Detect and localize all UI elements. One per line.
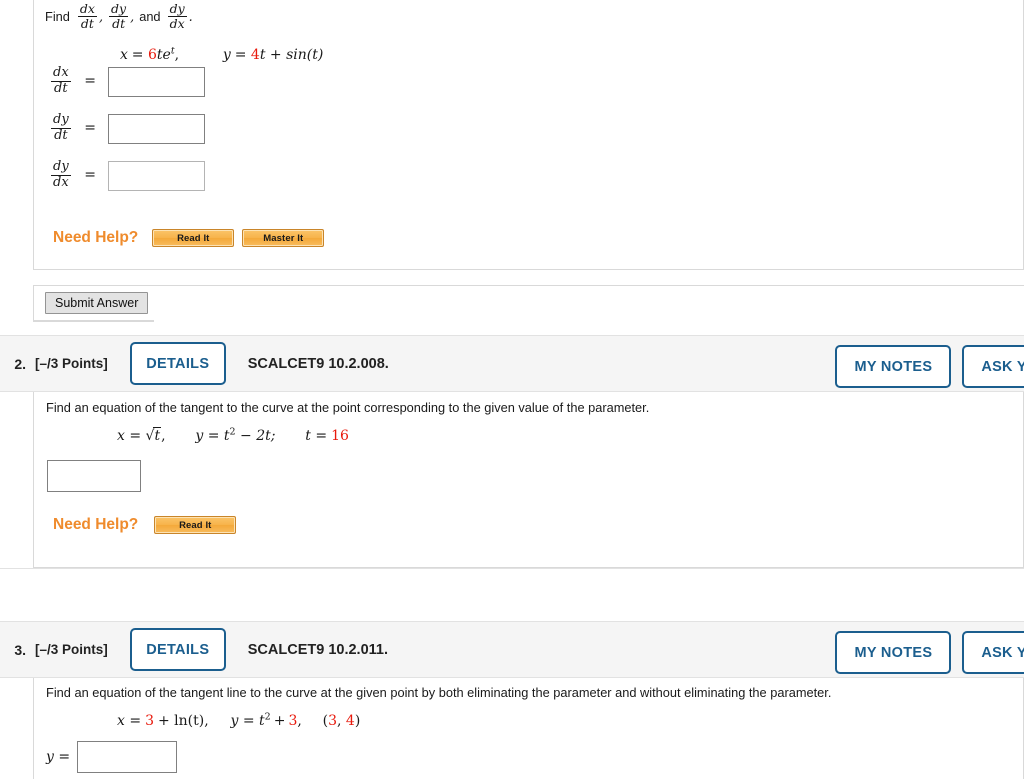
prompt-find-word: Find xyxy=(45,8,70,24)
answer-input-dy-dt[interactable] xyxy=(107,114,205,145)
sqrt-t: √t xyxy=(145,427,162,444)
question-2-ask-your-teacher-button[interactable]: ASK YOUR xyxy=(962,345,1024,388)
eq3-x-const: 3 xyxy=(145,713,154,729)
answer-row-dy-dx: dy dx = xyxy=(49,159,205,192)
question-3-code: SCALCET9 10.2.011. xyxy=(247,641,389,658)
question-2-answer-input[interactable] xyxy=(47,460,141,492)
question-2-number: 2. xyxy=(14,355,26,372)
question-1-equations: x = 6tet, y = 4t + sin(t) xyxy=(120,45,324,63)
eq1-x-var: x xyxy=(120,47,128,63)
question-2-prompt: Find an equation of the tangent to the c… xyxy=(46,400,650,415)
eq3-x-label: x = xyxy=(117,713,142,729)
equals-sign: = xyxy=(84,167,97,184)
point-separator: , xyxy=(336,713,346,729)
eq2-t-value: 16 xyxy=(331,428,349,444)
question-2-code: SCALCET9 10.2.008. xyxy=(247,355,389,372)
question-3-ask-your-teacher-button[interactable]: ASK YOUR xyxy=(962,631,1024,674)
question-2-equations: x = √t, y = t2 − 2t; t = 16 xyxy=(117,426,349,444)
eq3-y-label: y = t xyxy=(230,713,265,729)
question-2-my-notes-button[interactable]: MY NOTES xyxy=(835,345,952,388)
question-1-body: Find dx dt, dy dt, and dy dx. x = 6tet, y = 4t … xyxy=(33,0,1024,270)
eq3-x-rest: + ln(t), xyxy=(158,713,209,729)
answer-row-dy-dt: dy dt = xyxy=(49,112,205,145)
eq2-t-label: t = xyxy=(305,428,328,444)
submit-answer-button[interactable]: Submit Answer xyxy=(45,292,149,314)
question-3-my-notes-button[interactable]: MY NOTES xyxy=(835,631,952,674)
question-2-details-button[interactable]: DETAILS xyxy=(129,342,226,385)
question-2-body: Find an equation of the tangent to the c… xyxy=(33,392,1024,568)
prompt-and-word: and xyxy=(139,8,161,24)
point-x-value: 3 xyxy=(328,713,337,729)
eq1-x-coef: 6 xyxy=(147,47,157,63)
eq1-y-var: y xyxy=(222,47,231,63)
prompt-period: . xyxy=(188,9,193,25)
label-frac-dy-dx: dy dx xyxy=(51,159,71,190)
question-2-header-actions: MY NOTES ASK YOUR xyxy=(835,345,1024,388)
eq2-y-base: y = t xyxy=(195,428,230,444)
eq3-y-comma: , xyxy=(297,713,302,729)
question-3-answer-input[interactable] xyxy=(77,741,178,773)
question-3-prompt: Find an equation of the tangent line to … xyxy=(46,685,832,700)
submit-bottom-line xyxy=(33,321,154,322)
eq3-y-exp: 2 xyxy=(264,711,271,723)
eq1-y-coef: 4 xyxy=(250,47,260,63)
answer-input-dy-dx[interactable] xyxy=(107,161,205,192)
eq2-x: x xyxy=(117,428,125,444)
eq2-y-rest: − 2t; xyxy=(235,428,276,444)
question-3-number: 3. xyxy=(14,641,26,658)
need-help-label: Need Help? xyxy=(53,229,139,246)
frac-dx-dt: dx dt xyxy=(77,1,97,31)
question-3-header-actions: MY NOTES ASK YOUR xyxy=(835,631,1024,674)
question-2-points: [–/3 Points] xyxy=(35,356,108,371)
question-1-submit-area: Submit Answer xyxy=(33,285,154,321)
question-3-answer-row: y = xyxy=(46,741,178,773)
question-2-need-help: Need Help? Read It xyxy=(53,516,237,534)
point-y-value: 4 xyxy=(345,713,355,729)
master-it-button[interactable]: Master It xyxy=(242,229,325,247)
answer-row-dx-dt: dx dt = xyxy=(49,65,205,98)
submit-divider-line xyxy=(154,285,1024,286)
label-frac-dx-dt: dx dt xyxy=(51,65,71,96)
question-3-header: 3. [–/3 Points] DETAILS SCALCET9 10.2.01… xyxy=(0,621,1024,678)
question-3-points: [–/3 Points] xyxy=(35,642,108,657)
point-close-paren: ) xyxy=(354,713,361,729)
read-it-button[interactable]: Read It xyxy=(152,229,235,247)
frac-dy-dt: dy dt xyxy=(109,1,129,31)
section-divider xyxy=(0,568,1024,569)
eq1-y-rest: t + sin(t) xyxy=(259,47,324,63)
question-3-answer-label: y = xyxy=(46,749,71,765)
question-2-header: 2. [–/3 Points] DETAILS SCALCET9 10.2.00… xyxy=(0,335,1024,392)
question-3-body: Find an equation of the tangent line to … xyxy=(33,678,1024,779)
question-1-need-help: Need Help? Read It Master It xyxy=(53,229,325,247)
answer-input-dx-dt[interactable] xyxy=(107,67,205,98)
eq3-y-plus: + xyxy=(273,713,286,729)
equals-sign: = xyxy=(84,120,97,137)
question-1-prompt: Find dx dt, dy dt, and dy dx. xyxy=(45,1,193,31)
question-3-equations: x = 3 + ln(t), y = t2 +3, (3, 4) xyxy=(117,712,360,729)
read-it-button[interactable]: Read It xyxy=(154,516,237,534)
frac-dy-dx: dy dx xyxy=(167,1,187,31)
label-frac-dy-dt: dy dt xyxy=(51,112,71,143)
equals-sign: = xyxy=(84,73,97,90)
question-3-details-button[interactable]: DETAILS xyxy=(129,628,226,671)
eq1-x-rest: te xyxy=(156,47,171,63)
need-help-label: Need Help? xyxy=(53,516,139,533)
